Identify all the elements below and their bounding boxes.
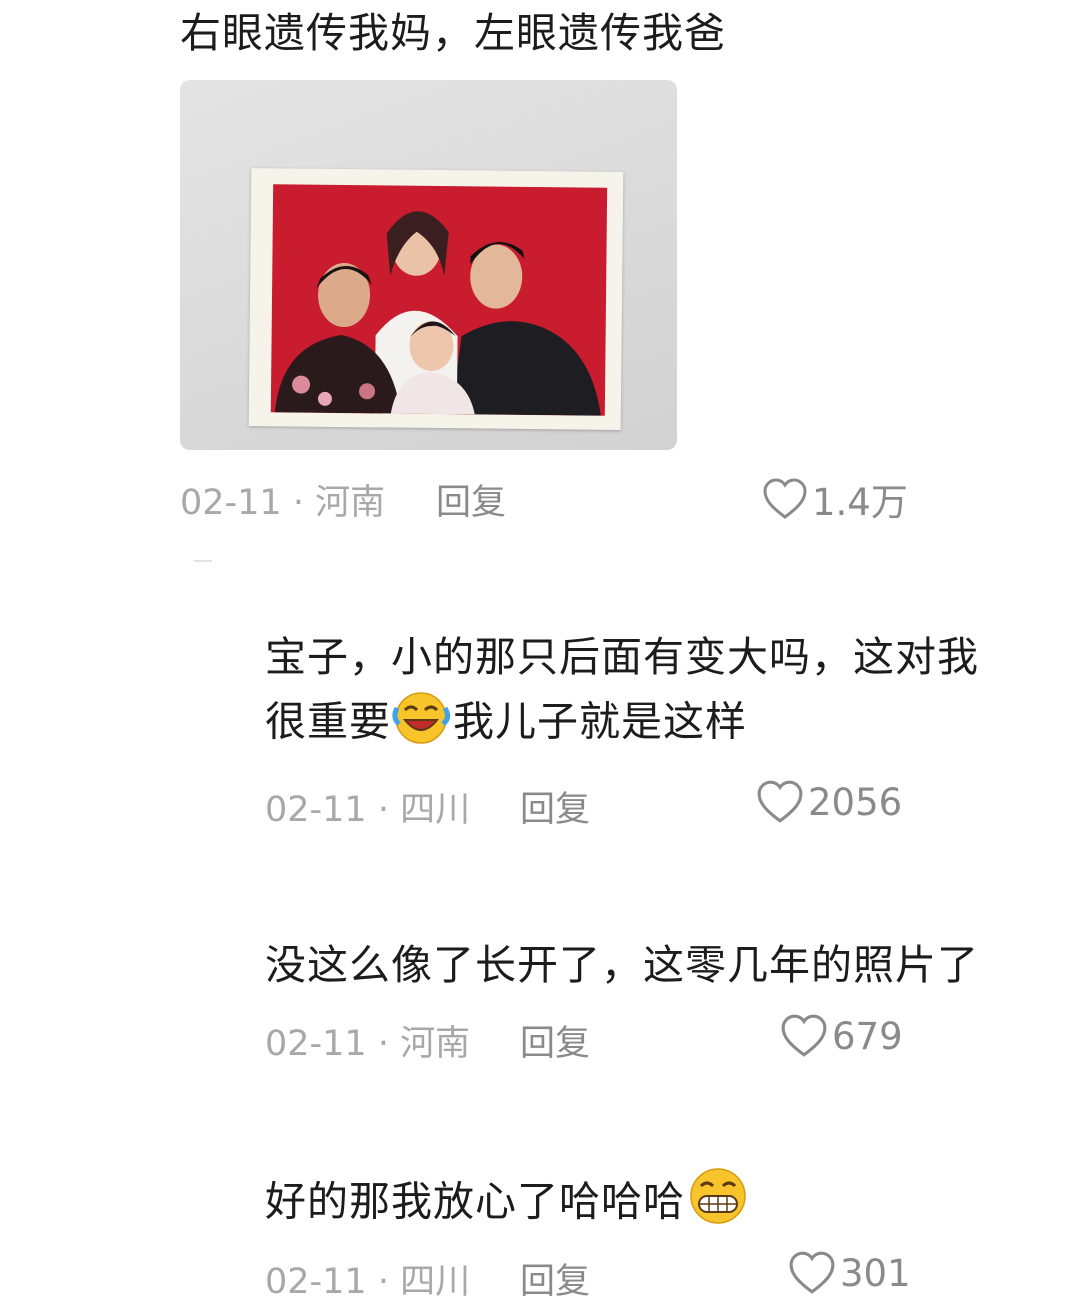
family-photo [274,211,601,416]
reply-button[interactable]: 回复 [520,1015,590,1066]
heart-icon [781,1014,827,1057]
family-photo-print [248,168,624,430]
grinning-emoji-icon [685,1166,751,1243]
comment-line: 很重要 我儿子就是这样 [265,688,979,761]
comment-text: 好的那我放心了哈哈哈 [265,1166,751,1243]
comment-meta: 02-11 · 河南 [180,483,386,523]
like-count: 1.4万 [812,481,908,524]
heart-icon [789,1251,835,1294]
comment-text: 宝子，小的那只后面有变大吗，这对我 很重要 我儿子就是这样 [265,626,979,761]
comment-image[interactable] [180,80,677,450]
comment-fragment: 我儿子就是这样 [453,697,747,746]
comment-meta: 02-11 · 四川 [265,790,471,830]
like-button[interactable]: 301 [788,1250,911,1296]
like-button[interactable]: 1.4万 [762,472,908,526]
like-count: 301 [840,1251,911,1295]
comment-meta: 02-11 · 河南 [265,1024,471,1064]
comment-text: 右眼遗传我妈，左眼遗传我爸 [180,9,726,57]
reply-button[interactable]: 回复 [436,474,506,525]
divider [194,560,212,562]
heart-icon [763,478,807,519]
comment-meta: 02-11 · 四川 [265,1262,471,1302]
like-button[interactable]: 679 [780,1013,903,1059]
like-count: 679 [832,1014,903,1058]
reply-button[interactable]: 回复 [520,1253,590,1304]
comment-text: 没这么像了长开了，这零几年的照片了 [265,941,979,989]
like-count: 2056 [808,780,903,824]
reply-button[interactable]: 回复 [520,781,590,832]
comment-fragment: 好的那我放心了哈哈哈 [265,1177,685,1226]
comment-fragment: 很重要 [265,697,391,746]
heart-icon [757,780,803,823]
laughing-crying-emoji-icon [391,688,453,761]
comment-line: 宝子，小的那只后面有变大吗，这对我 [265,633,979,681]
like-button[interactable]: 2056 [756,779,902,825]
